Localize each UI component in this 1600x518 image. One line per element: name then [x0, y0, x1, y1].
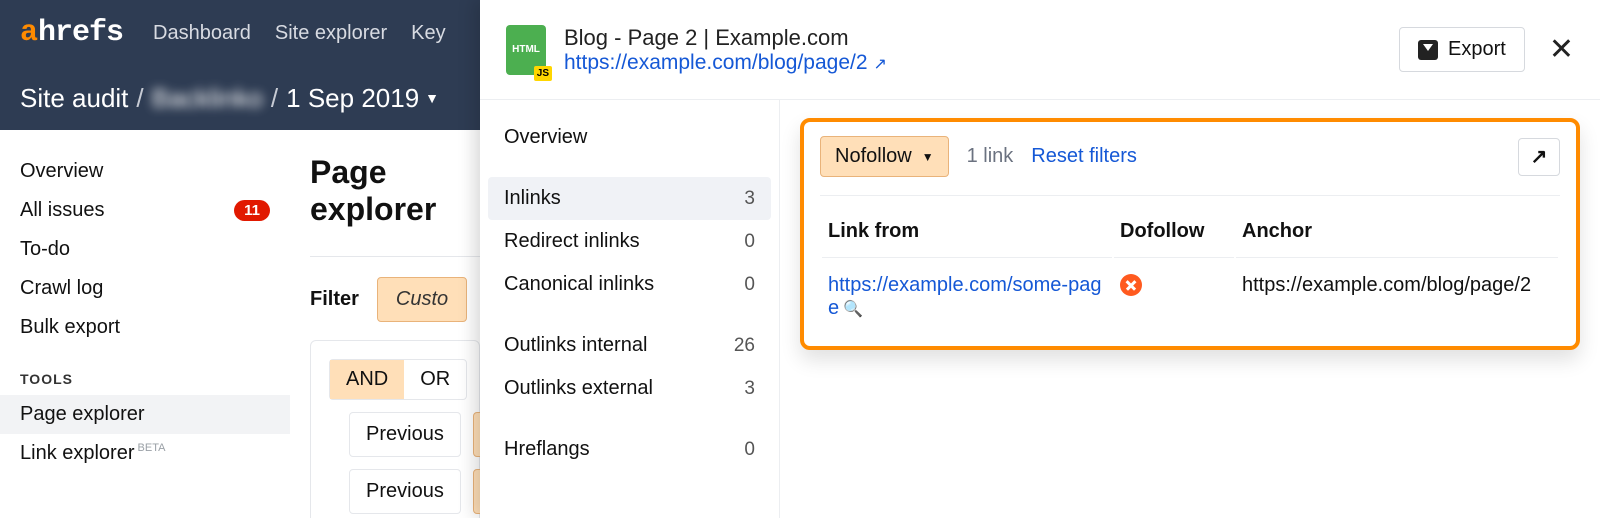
filter-label: Filter	[310, 288, 359, 311]
panel-nav-overview[interactable]: Overview	[480, 116, 779, 159]
detail-panel: JS Blog - Page 2 | Example.com https://e…	[480, 0, 1600, 518]
table-row[interactable]: https://example.com/some-page🔍 https://e…	[822, 260, 1558, 320]
sidebar-item-todo[interactable]: To-do	[0, 230, 290, 269]
sidebar-item-all-issues[interactable]: All issues11	[0, 191, 290, 230]
filter-box-cut[interactable]: C	[473, 469, 480, 514]
nav-keywords[interactable]: Key	[411, 22, 445, 45]
download-icon	[1418, 40, 1438, 60]
panel-doc-title: Blog - Page 2 | Example.com	[564, 25, 887, 51]
breadcrumb-root[interactable]: Site audit	[20, 83, 128, 114]
custom-filter-button[interactable]: Custo	[377, 277, 467, 322]
filter-box[interactable]: Previous	[349, 469, 461, 514]
brand-logo[interactable]: ahrefs	[20, 16, 123, 50]
breadcrumb-date[interactable]: 1 Sep 2019	[286, 83, 419, 114]
nofollow-icon	[1120, 274, 1142, 296]
col-dofollow[interactable]: Dofollow	[1114, 212, 1234, 258]
sidebar-tool-link-explorer[interactable]: Link explorerBETA	[0, 434, 290, 473]
html-file-icon: JS	[506, 25, 546, 75]
external-link-icon[interactable]: ↗	[874, 56, 887, 73]
panel-nav-redirect-inlinks[interactable]: Redirect inlinks0	[480, 220, 779, 263]
link-count-text: 1 link	[967, 145, 1014, 168]
panel-nav-canonical-inlinks[interactable]: Canonical inlinks0	[480, 263, 779, 306]
breadcrumb-project[interactable]: Backlinko	[152, 83, 263, 114]
reset-filters-link[interactable]: Reset filters	[1031, 145, 1137, 168]
logic-toggle[interactable]: AND OR	[329, 359, 467, 400]
chevron-down-icon[interactable]: ▼	[425, 90, 439, 106]
panel-nav-outlinks-internal[interactable]: Outlinks internal26	[480, 324, 779, 367]
sidebar-item-crawl-log[interactable]: Crawl log	[0, 269, 290, 308]
links-table: Link from Dofollow Anchor https://exampl…	[820, 210, 1560, 322]
left-sidebar: Overview All issues11 To-do Crawl log Bu…	[0, 130, 290, 518]
sidebar-tool-page-explorer[interactable]: Page explorer	[0, 395, 290, 434]
main-content: Page explorer Filter Custo AND OR Previo…	[290, 130, 480, 518]
follow-filter-dropdown[interactable]: Nofollow▼	[820, 136, 949, 177]
sidebar-item-bulk-export[interactable]: Bulk export	[0, 308, 290, 347]
js-badge-icon: JS	[534, 66, 552, 81]
issues-badge: 11	[234, 200, 270, 221]
search-icon[interactable]: 🔍	[843, 301, 863, 318]
chevron-down-icon: ▼	[922, 150, 934, 164]
links-highlight-area: Nofollow▼ 1 link Reset filters ↗ Link fr…	[800, 118, 1580, 350]
breadcrumb: Site audit / Backlinko / 1 Sep 2019 ▼	[0, 66, 480, 130]
top-navbar: ahrefs Dashboard Site explorer Key	[0, 0, 480, 66]
sidebar-item-overview[interactable]: Overview	[0, 152, 290, 191]
panel-nav-outlinks-external[interactable]: Outlinks external3	[480, 367, 779, 410]
col-link-from[interactable]: Link from	[822, 212, 1112, 258]
popout-icon[interactable]: ↗	[1518, 138, 1560, 176]
col-anchor[interactable]: Anchor	[1236, 212, 1558, 258]
filter-box-cut[interactable]: C	[473, 412, 480, 457]
logic-and[interactable]: AND	[330, 360, 404, 399]
panel-nav-hreflangs[interactable]: Hreflangs0	[480, 428, 779, 471]
panel-doc-url[interactable]: https://example.com/blog/page/2	[564, 51, 868, 74]
filter-box[interactable]: Previous	[349, 412, 461, 457]
close-icon[interactable]: ✕	[1549, 32, 1574, 67]
link-from-url[interactable]: https://example.com/some-page	[828, 274, 1101, 319]
panel-left-nav: Overview Inlinks3 Redirect inlinks0 Cano…	[480, 100, 780, 518]
nav-dashboard[interactable]: Dashboard	[153, 22, 251, 45]
nav-site-explorer[interactable]: Site explorer	[275, 22, 387, 45]
export-button[interactable]: Export	[1399, 27, 1525, 72]
sidebar-heading-tools: TOOLS	[0, 347, 290, 395]
page-title: Page explorer	[310, 154, 480, 228]
logic-or[interactable]: OR	[404, 360, 466, 399]
anchor-text: https://example.com/blog/page/2	[1236, 260, 1558, 320]
panel-nav-inlinks[interactable]: Inlinks3	[488, 177, 771, 220]
